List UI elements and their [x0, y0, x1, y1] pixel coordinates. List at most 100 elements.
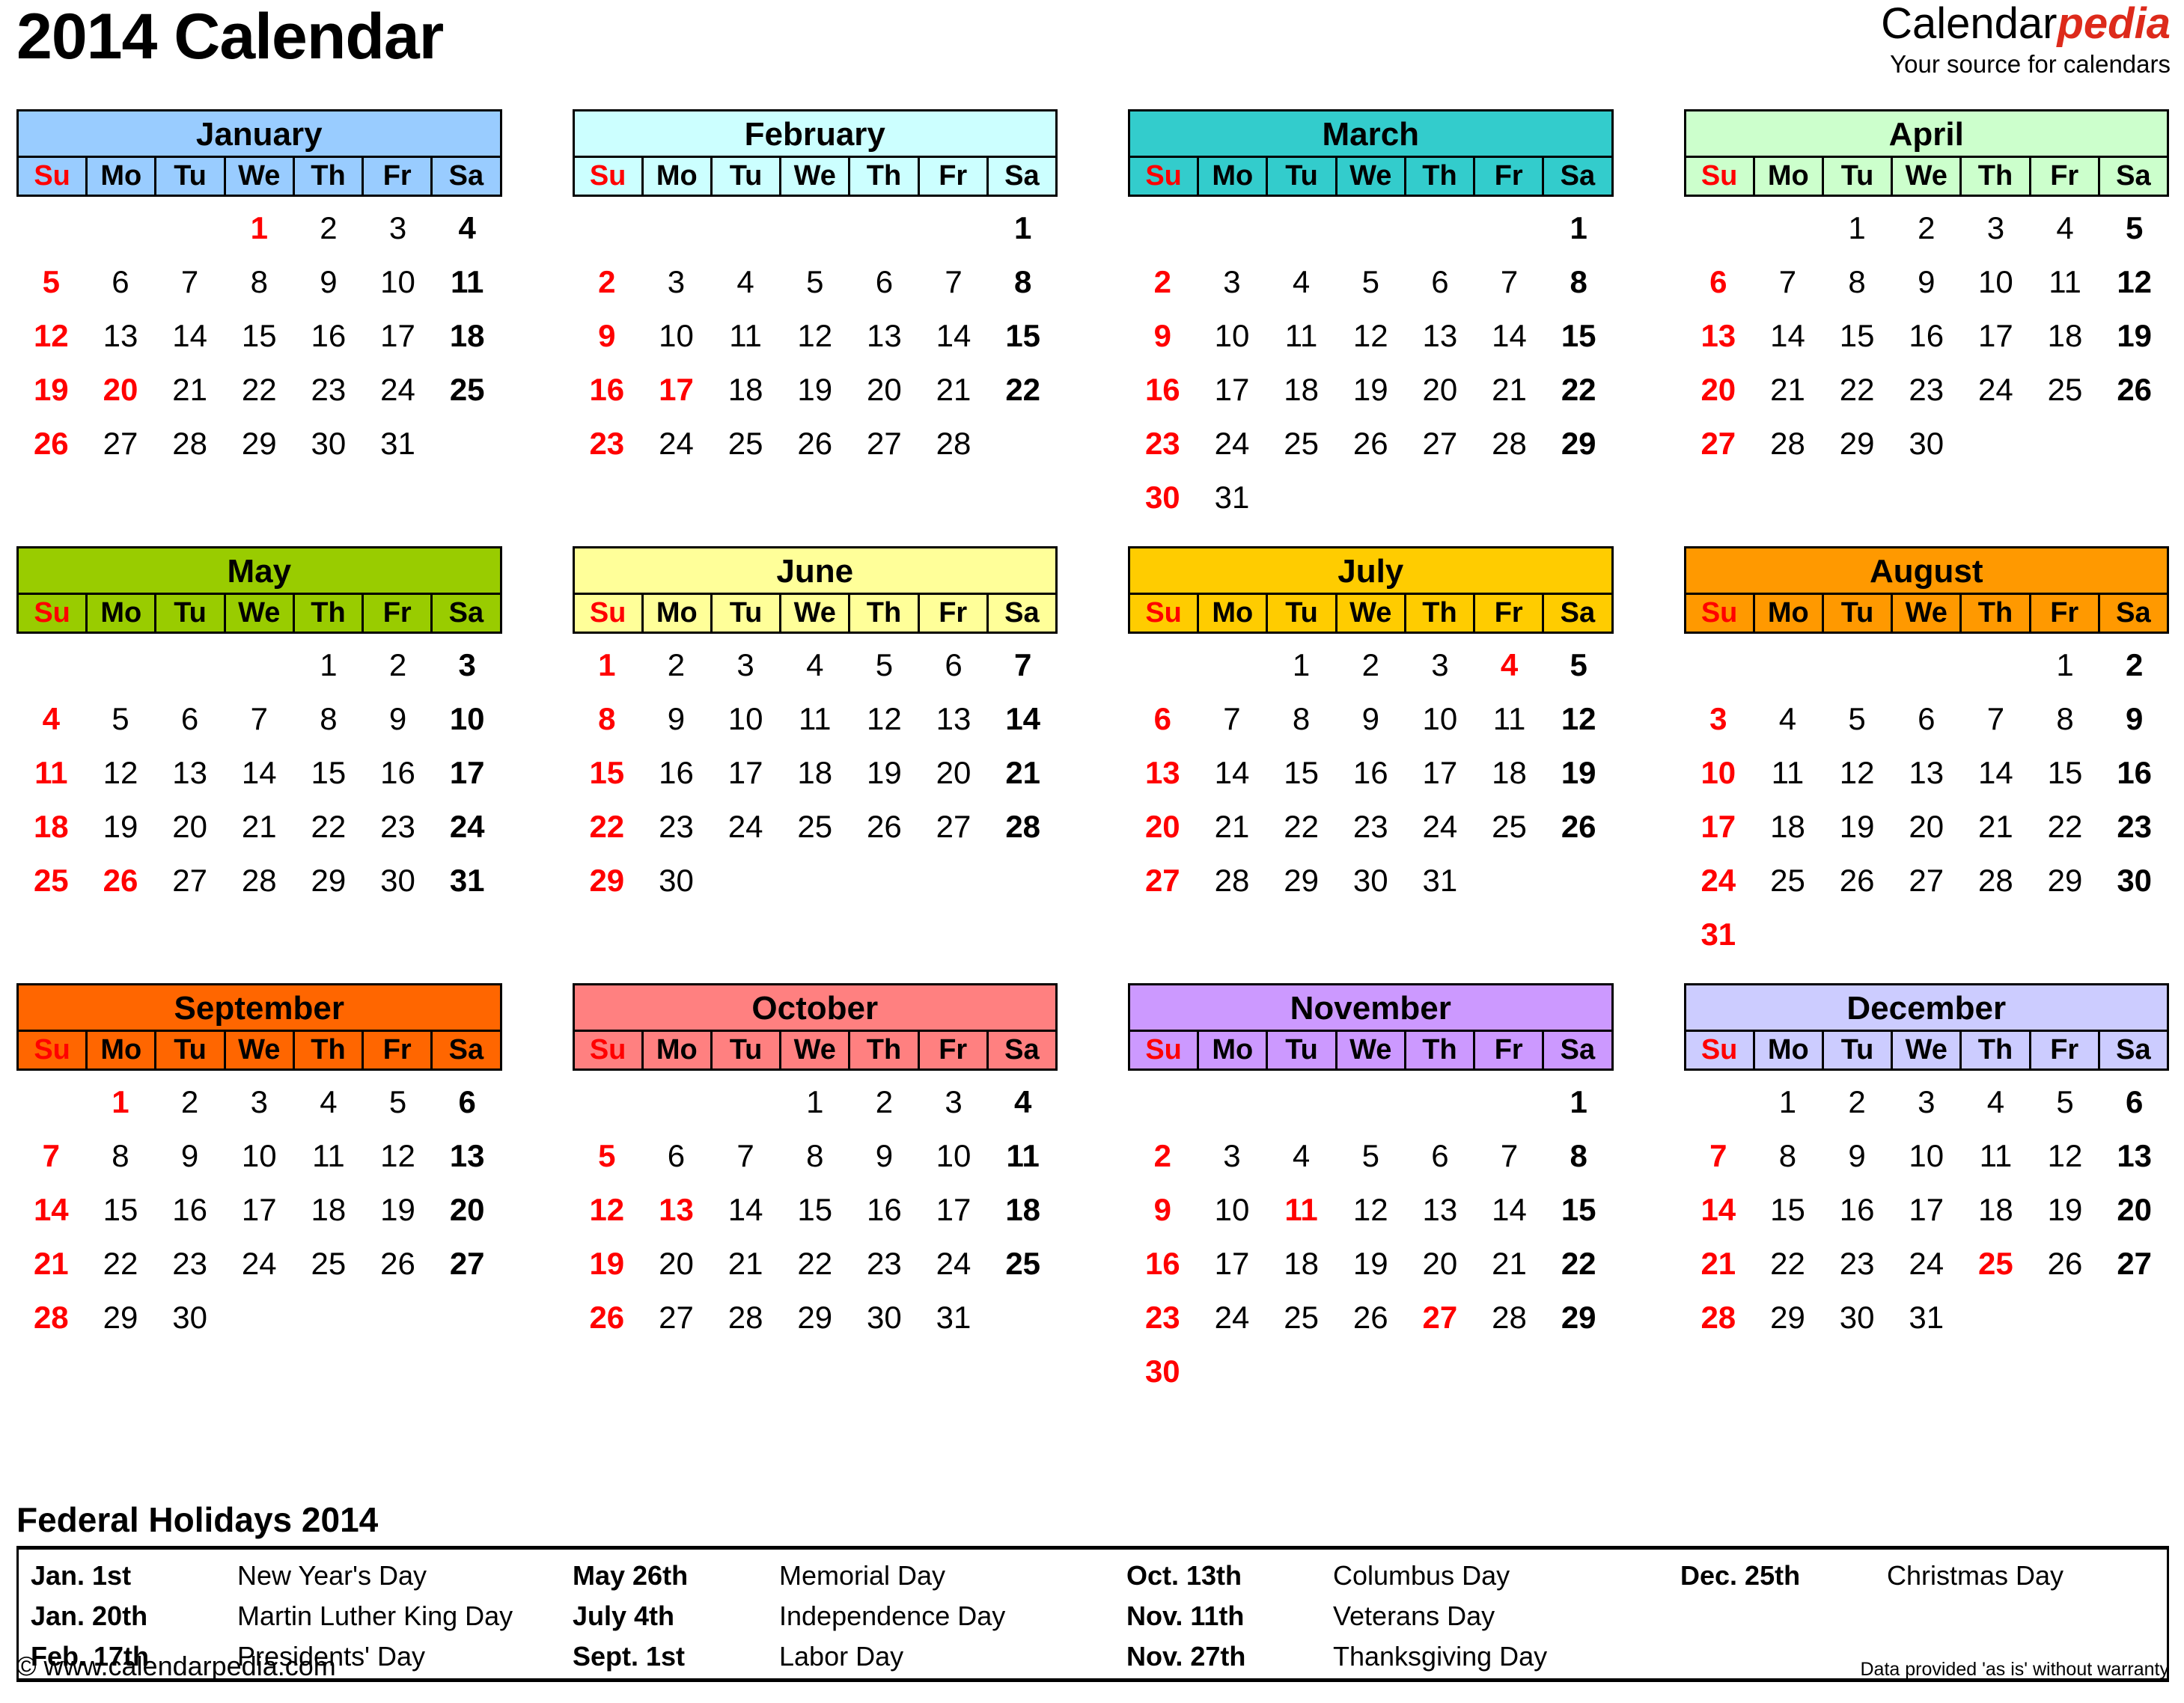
- day-cell[interactable]: 9: [1891, 255, 1961, 309]
- day-cell[interactable]: 15: [1753, 1183, 1822, 1237]
- day-cell[interactable]: 22: [225, 363, 294, 417]
- day-cell[interactable]: 16: [363, 746, 433, 800]
- day-cell[interactable]: 17: [711, 746, 781, 800]
- day-cell[interactable]: 22: [1544, 363, 1614, 417]
- day-cell[interactable]: 19: [1544, 746, 1614, 800]
- day-cell[interactable]: 2: [294, 201, 364, 255]
- day-cell[interactable]: 9: [849, 1129, 919, 1183]
- day-cell[interactable]: 21: [16, 1237, 86, 1291]
- day-cell[interactable]: 1: [988, 201, 1058, 255]
- day-cell[interactable]: 15: [1544, 1183, 1614, 1237]
- day-cell[interactable]: 24: [363, 363, 433, 417]
- day-cell[interactable]: 15: [294, 746, 364, 800]
- day-cell[interactable]: 4: [294, 1075, 364, 1129]
- day-cell[interactable]: 16: [1128, 363, 1198, 417]
- day-cell[interactable]: 17: [1198, 363, 1267, 417]
- day-cell[interactable]: 27: [2099, 1237, 2169, 1291]
- day-cell[interactable]: 2: [641, 638, 711, 692]
- day-cell[interactable]: 13: [1406, 1183, 1475, 1237]
- day-cell[interactable]: 2: [1891, 201, 1961, 255]
- day-cell[interactable]: 8: [86, 1129, 156, 1183]
- day-cell[interactable]: 19: [1336, 363, 1406, 417]
- day-cell[interactable]: 10: [1198, 1183, 1267, 1237]
- day-cell[interactable]: 14: [155, 309, 225, 363]
- day-cell[interactable]: 10: [1406, 692, 1475, 746]
- day-cell[interactable]: 3: [711, 638, 781, 692]
- day-cell[interactable]: 28: [988, 800, 1058, 854]
- day-cell[interactable]: 12: [1822, 746, 1892, 800]
- day-cell[interactable]: 3: [1406, 638, 1475, 692]
- day-cell[interactable]: 8: [1544, 1129, 1614, 1183]
- day-cell[interactable]: 27: [1891, 854, 1961, 908]
- day-cell[interactable]: 9: [1822, 1129, 1892, 1183]
- day-cell[interactable]: 21: [155, 363, 225, 417]
- day-cell[interactable]: 18: [1753, 800, 1822, 854]
- day-cell[interactable]: 10: [641, 309, 711, 363]
- day-cell[interactable]: 8: [225, 255, 294, 309]
- day-cell[interactable]: 25: [780, 800, 849, 854]
- day-cell[interactable]: 26: [86, 854, 156, 908]
- day-cell[interactable]: 24: [1406, 800, 1475, 854]
- day-cell[interactable]: 6: [1406, 1129, 1475, 1183]
- day-cell[interactable]: 19: [573, 1237, 642, 1291]
- day-cell[interactable]: 13: [2099, 1129, 2169, 1183]
- day-cell[interactable]: 4: [1266, 255, 1336, 309]
- day-cell[interactable]: 24: [433, 800, 502, 854]
- day-cell[interactable]: 30: [1128, 471, 1198, 525]
- day-cell[interactable]: 30: [1891, 417, 1961, 471]
- day-cell[interactable]: 19: [1822, 800, 1892, 854]
- day-cell[interactable]: 18: [16, 800, 86, 854]
- day-cell[interactable]: 26: [1336, 1291, 1406, 1345]
- day-cell[interactable]: 30: [1336, 854, 1406, 908]
- day-cell[interactable]: 9: [363, 692, 433, 746]
- day-cell[interactable]: 25: [1266, 1291, 1336, 1345]
- day-cell[interactable]: 20: [2099, 1183, 2169, 1237]
- day-cell[interactable]: 17: [1684, 800, 1754, 854]
- day-cell[interactable]: 5: [780, 255, 849, 309]
- day-cell[interactable]: 22: [1753, 1237, 1822, 1291]
- day-cell[interactable]: 31: [363, 417, 433, 471]
- day-cell[interactable]: 4: [1266, 1129, 1336, 1183]
- day-cell[interactable]: 13: [155, 746, 225, 800]
- day-cell[interactable]: 19: [16, 363, 86, 417]
- day-cell[interactable]: 25: [294, 1237, 364, 1291]
- day-cell[interactable]: 1: [1266, 638, 1336, 692]
- day-cell[interactable]: 26: [363, 1237, 433, 1291]
- day-cell[interactable]: 12: [2031, 1129, 2100, 1183]
- day-cell[interactable]: 16: [1822, 1183, 1892, 1237]
- day-cell[interactable]: 2: [1128, 255, 1198, 309]
- day-cell[interactable]: 29: [225, 417, 294, 471]
- day-cell[interactable]: 2: [1336, 638, 1406, 692]
- day-cell[interactable]: 12: [1544, 692, 1614, 746]
- day-cell[interactable]: 26: [573, 1291, 642, 1345]
- day-cell[interactable]: 2: [155, 1075, 225, 1129]
- day-cell[interactable]: 25: [433, 363, 502, 417]
- day-cell[interactable]: 5: [363, 1075, 433, 1129]
- day-cell[interactable]: 27: [86, 417, 156, 471]
- day-cell[interactable]: 1: [1544, 201, 1614, 255]
- day-cell[interactable]: 7: [1474, 1129, 1544, 1183]
- day-cell[interactable]: 10: [1961, 255, 2031, 309]
- day-cell[interactable]: 12: [363, 1129, 433, 1183]
- day-cell[interactable]: 11: [988, 1129, 1058, 1183]
- day-cell[interactable]: 15: [86, 1183, 156, 1237]
- day-cell[interactable]: 8: [294, 692, 364, 746]
- day-cell[interactable]: 20: [1891, 800, 1961, 854]
- day-cell[interactable]: 23: [155, 1237, 225, 1291]
- day-cell[interactable]: 18: [1266, 363, 1336, 417]
- day-cell[interactable]: 11: [1474, 692, 1544, 746]
- day-cell[interactable]: 11: [711, 309, 781, 363]
- day-cell[interactable]: 4: [1474, 638, 1544, 692]
- day-cell[interactable]: 2: [2099, 638, 2169, 692]
- day-cell[interactable]: 14: [1198, 746, 1267, 800]
- day-cell[interactable]: 7: [1684, 1129, 1754, 1183]
- day-cell[interactable]: 28: [1961, 854, 2031, 908]
- day-cell[interactable]: 12: [2099, 255, 2169, 309]
- day-cell[interactable]: 9: [1128, 309, 1198, 363]
- day-cell[interactable]: 31: [1891, 1291, 1961, 1345]
- day-cell[interactable]: 7: [919, 255, 989, 309]
- day-cell[interactable]: 30: [363, 854, 433, 908]
- day-cell[interactable]: 19: [1336, 1237, 1406, 1291]
- day-cell[interactable]: 18: [1961, 1183, 2031, 1237]
- day-cell[interactable]: 29: [1544, 417, 1614, 471]
